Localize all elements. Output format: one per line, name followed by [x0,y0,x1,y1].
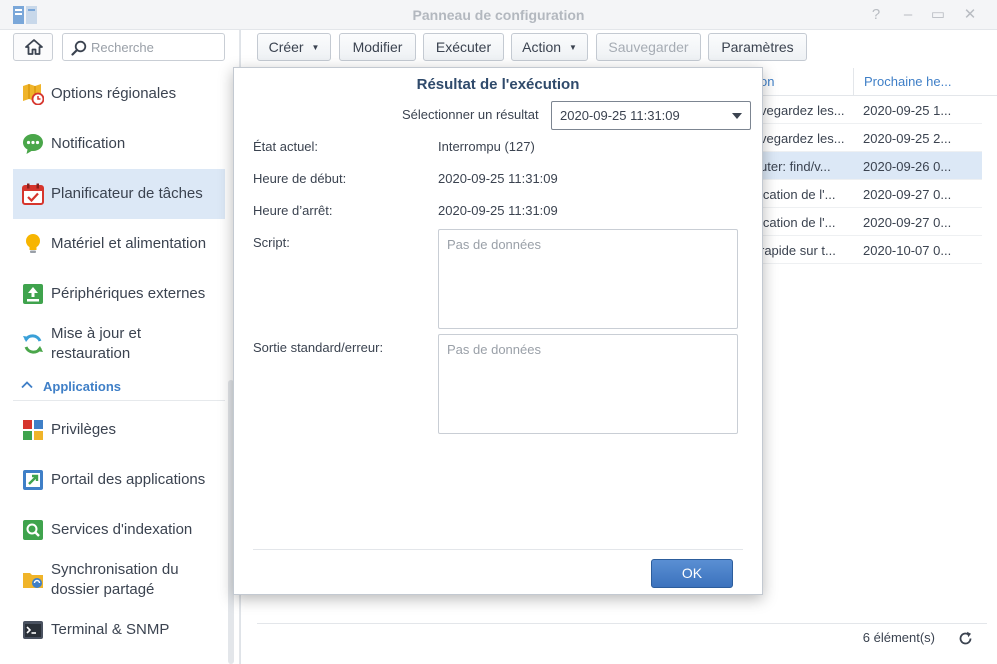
cell-action: rapide sur t... [760,243,836,258]
hardware-power-icon [26,234,40,253]
dialog-title: Résultat de l'exécution [416,76,580,93]
dialog-divider [253,549,743,550]
application-portal-icon [23,470,43,490]
item-count: 6 élément(s) [862,630,935,645]
sidebar-item-label: Portail des applications [51,471,206,488]
result-select-label: Sélectionner un résultat [402,107,539,122]
run-button[interactable]: Exécuter [423,33,504,61]
cell-next-run: 2020-09-25 1... [863,103,952,118]
search-input[interactable] [91,38,221,56]
sidebar-item-indexing-service[interactable]: Services d'indexation [13,505,225,555]
regional-options-icon [23,84,44,105]
section-applications[interactable]: Applications [13,373,225,401]
indexing-service-icon [23,520,43,540]
result-select[interactable]: 2020-09-25 11:31:09 [551,101,751,130]
sidebar-item-regional-options[interactable]: Options régionales [13,69,225,119]
sidebar-item-task-scheduler[interactable]: Planificateur de tâches [13,169,225,219]
terminal-icon [23,621,43,639]
edit-button[interactable]: Modifier [339,33,416,61]
sidebar-item-label: Périphériques externes [51,285,206,302]
sidebar-item-notification[interactable]: Notification [13,119,225,169]
output-label: Sortie standard/erreur: [253,340,384,355]
cell-action: ication de l'... [760,215,836,230]
search-icon [71,40,87,56]
sidebar-item-terminal-snmp[interactable]: Terminal & SNMP [13,605,225,655]
section-label: Applications [43,379,122,394]
external-devices-icon [23,284,43,304]
column-divider [853,68,854,96]
action-button[interactable]: Action ▼ [511,33,588,61]
close-icon[interactable]: ✕ [960,5,980,25]
sidebar-item-label: Matériel et alimentation [51,235,207,252]
cell-action: vegardez les... [760,131,845,146]
sidebar-item-label: Mise à jour et [51,325,142,342]
sidebar-item-update-restore[interactable]: Mise à jour et restauration [13,319,225,369]
cell-next-run: 2020-09-27 0... [863,215,952,230]
sidebar-item-label-line2: restauration [51,345,131,362]
save-button[interactable]: Sauvegarder [596,33,701,61]
sidebar-item-privileges[interactable]: Privilèges [13,405,225,455]
update-restore-icon [23,334,43,354]
shared-folder-sync-icon [23,573,43,588]
dropdown-arrow-icon: ▼ [568,43,577,52]
result-select-value: 2020-09-25 11:31:09 [560,108,680,123]
minimize-icon[interactable]: – [898,5,918,25]
sidebar-item-label-line2: dossier partagé [51,581,155,598]
cell-action: vegardez les... [760,103,845,118]
cell-next-run: 2020-09-26 0... [863,159,952,174]
create-button-label: Créer [268,39,304,55]
ok-button[interactable]: OK [651,559,733,588]
action-button-label: Action [522,39,562,55]
stop-time-label: Heure d’arrêt: [253,203,333,218]
sidebar-item-label: Privilèges [51,421,117,438]
home-icon [25,39,43,55]
help-icon[interactable]: ? [866,5,886,25]
sidebar-item-label: Terminal & SNMP [51,621,170,638]
cell-next-run: 2020-10-07 0... [863,243,952,258]
dropdown-arrow-icon: ▼ [311,43,320,52]
create-button[interactable]: Créer ▼ [257,33,331,61]
chevron-down-icon [732,113,742,119]
start-time-label: Heure de début: [253,171,347,186]
task-scheduler-icon [22,183,44,205]
cell-next-run: 2020-09-25 2... [863,131,952,146]
script-label: Script: [253,235,290,250]
sidebar-item-label: Options régionales [51,85,177,102]
script-textarea[interactable]: Pas de données [438,229,738,329]
column-header-next-run[interactable]: Prochaine he... [864,74,951,89]
cell-action: uter: find/v... [760,159,831,174]
maximize-icon[interactable]: ▭ [928,5,948,25]
output-textarea[interactable]: Pas de données [438,334,738,434]
chevron-up-icon [21,381,33,389]
script-placeholder: Pas de données [447,237,541,252]
notification-icon [23,134,43,154]
output-placeholder: Pas de données [447,342,541,357]
cell-next-run: 2020-09-27 0... [863,187,952,202]
sidebar-item-label: Planificateur de tâches [51,185,203,202]
refresh-icon[interactable] [958,631,973,646]
sidebar-item-shared-folder-sync[interactable]: Synchronisation du dossier partagé [13,555,225,605]
sidebar-item-label: Notification [51,135,126,152]
window-title: Panneau de configuration [412,7,585,23]
sidebar-item-hardware-power[interactable]: Matériel et alimentation [13,219,225,269]
start-time-value: 2020-09-25 11:31:09 [438,171,558,186]
sidebar-item-label: Synchronisation du [51,561,179,578]
state-value: Interrompu (127) [438,139,535,154]
sidebar: Options régionales Notification Planific… [0,30,240,664]
sidebar-item-application-portal[interactable]: Portail des applications [13,455,225,505]
privileges-icon [23,420,43,440]
home-button[interactable] [13,33,53,61]
settings-button[interactable]: Paramètres [708,33,807,61]
sidebar-item-label: Services d'indexation [51,521,193,538]
state-label: État actuel: [253,139,319,154]
search-box [62,33,225,61]
grid-footer: 6 élément(s) [257,623,987,653]
window-titlebar: Panneau de configuration ? – ▭ ✕ [0,0,997,30]
execution-result-dialog: Résultat de l'exécution Sélectionner un … [233,67,763,595]
stop-time-value: 2020-09-25 11:31:09 [438,203,558,218]
cell-action: ication de l'... [760,187,836,202]
sidebar-item-external-devices[interactable]: Périphériques externes [13,269,225,319]
